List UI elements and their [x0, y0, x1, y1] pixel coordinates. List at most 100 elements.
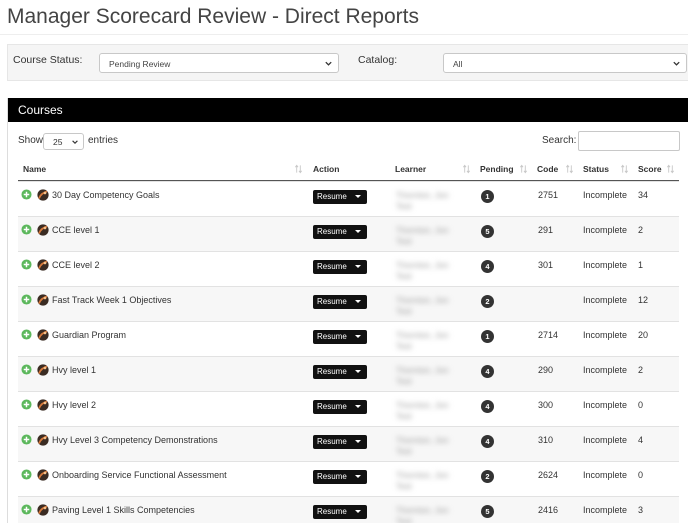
table-row[interactable]: Guardian Program Resume Thornton, Jon Test 1… — [18, 321, 679, 356]
resume-button[interactable]: Resume — [313, 505, 367, 519]
sort-arrows-icon[interactable] — [294, 164, 303, 174]
course-name[interactable]: Hvy level 2 — [52, 400, 96, 410]
resume-label: Resume — [317, 262, 347, 271]
plus-circle-icon[interactable] — [21, 329, 32, 340]
resume-label: Resume — [317, 367, 347, 376]
plus-circle-icon[interactable] — [21, 294, 32, 305]
pending-count-badge: 2 — [481, 295, 494, 308]
course-score: 20 — [638, 330, 649, 340]
course-name[interactable]: Paving Level 1 Skills Competencies — [52, 505, 195, 515]
resume-label: Resume — [317, 472, 347, 481]
table-row[interactable]: CCE level 2 Resume Thornton, Jon Test 4 301 In… — [18, 251, 679, 286]
sort-arrows-icon[interactable] — [620, 164, 629, 174]
sort-arrows-icon[interactable] — [462, 164, 471, 174]
resume-label: Resume — [317, 437, 347, 446]
course-status: Incomplete — [583, 470, 628, 480]
pending-count-badge: 2 — [481, 470, 494, 483]
plus-circle-icon[interactable] — [21, 469, 32, 480]
resume-button[interactable]: Resume — [313, 400, 367, 414]
resume-label: Resume — [317, 332, 347, 341]
entries-select[interactable]: 25 — [43, 133, 84, 150]
course-score: 0 — [638, 400, 644, 410]
column-header-code[interactable]: Code — [537, 164, 558, 174]
course-score: 0 — [638, 470, 644, 480]
course-code: 2751 — [538, 190, 559, 200]
search-input[interactable] — [578, 131, 680, 151]
table-row[interactable]: Fast Track Week 1 Objectives Resume Thornt… — [18, 286, 679, 321]
plus-circle-icon[interactable] — [21, 364, 32, 375]
caret-down-icon — [355, 265, 361, 268]
table-row[interactable]: Paving Level 1 Skills Competencies Resume… — [18, 496, 679, 523]
plus-circle-icon[interactable] — [21, 504, 32, 515]
catalog-label: Catalog: — [358, 54, 398, 66]
resume-label: Resume — [317, 227, 347, 236]
course-code: 290 — [538, 365, 554, 375]
caret-down-icon — [355, 475, 361, 478]
course-status-value: Pending Review — [109, 59, 171, 69]
resume-button[interactable]: Resume — [313, 295, 367, 309]
course-name[interactable]: Guardian Program — [52, 330, 126, 340]
table-row[interactable]: Hvy Level 3 Competency Demonstrations Res… — [18, 426, 679, 461]
resume-button[interactable]: Resume — [313, 225, 367, 239]
course-status: Incomplete — [583, 190, 628, 200]
table-row[interactable]: Hvy level 1 Resume Thornton, Jon Test 4 290 In… — [18, 356, 679, 391]
pending-count-badge: 4 — [481, 400, 494, 413]
course-name[interactable]: CCE level 1 — [52, 225, 100, 235]
pending-count-badge: 4 — [481, 435, 494, 448]
course-name[interactable]: Hvy Level 3 Competency Demonstrations — [52, 435, 218, 445]
course-thumbnail-icon — [37, 259, 49, 271]
course-code: 2416 — [538, 505, 559, 515]
learner-name-redacted: Thornton, Jon Test — [396, 365, 449, 386]
course-thumbnail-icon — [37, 329, 49, 341]
course-thumbnail-icon — [37, 399, 49, 411]
plus-circle-icon[interactable] — [21, 434, 32, 445]
sort-arrows-icon[interactable] — [666, 164, 675, 174]
plus-circle-icon[interactable] — [21, 259, 32, 270]
catalog-value: All — [453, 59, 463, 69]
learner-name-redacted: Thornton, Jon Test — [396, 190, 449, 211]
resume-button[interactable]: Resume — [313, 330, 367, 344]
table-row[interactable]: Hvy level 2 Resume Thornton, Jon Test 4 300 In… — [18, 391, 679, 426]
course-status-select[interactable]: Pending Review — [99, 53, 339, 73]
plus-circle-icon[interactable] — [21, 224, 32, 235]
pending-count-badge: 1 — [481, 190, 494, 203]
learner-name-redacted: Thornton, Jon Test — [396, 435, 449, 456]
resume-label: Resume — [317, 507, 347, 516]
course-name[interactable]: CCE level 2 — [52, 260, 100, 270]
course-name[interactable]: Fast Track Week 1 Objectives — [52, 295, 171, 305]
course-thumbnail-icon — [37, 504, 49, 516]
column-header-score[interactable]: Score — [638, 164, 662, 174]
column-header-learner[interactable]: Learner — [395, 164, 426, 174]
catalog-select[interactable]: All — [443, 53, 687, 73]
pending-count-badge: 5 — [481, 505, 494, 518]
plus-circle-icon[interactable] — [21, 189, 32, 200]
plus-circle-icon[interactable] — [21, 399, 32, 410]
course-thumbnail-icon — [37, 469, 49, 481]
chevron-down-icon — [72, 140, 78, 144]
chevron-down-icon — [673, 61, 680, 66]
resume-button[interactable]: Resume — [313, 470, 367, 484]
column-header-pending[interactable]: Pending — [480, 164, 514, 174]
course-status: Incomplete — [583, 330, 628, 340]
sort-arrows-icon[interactable] — [519, 164, 528, 174]
pending-count-badge: 4 — [481, 365, 494, 378]
table-row[interactable]: Onboarding Service Functional Assessment… — [18, 461, 679, 496]
resume-button[interactable]: Resume — [313, 435, 367, 449]
pending-count-badge: 5 — [481, 225, 494, 238]
column-header-status[interactable]: Status — [583, 164, 609, 174]
course-thumbnail-icon — [37, 434, 49, 446]
course-name[interactable]: Onboarding Service Functional Assessment — [52, 470, 227, 480]
resume-button[interactable]: Resume — [313, 190, 367, 204]
course-code: 300 — [538, 400, 554, 410]
table-row[interactable]: 30 Day Competency Goals Resume Thornton, J… — [18, 181, 679, 216]
resume-button[interactable]: Resume — [313, 365, 367, 379]
sort-arrows-icon[interactable] — [565, 164, 574, 174]
title-divider — [0, 34, 688, 35]
resume-button[interactable]: Resume — [313, 260, 367, 274]
course-name[interactable]: Hvy level 1 — [52, 365, 96, 375]
column-header-name[interactable]: Name — [23, 164, 46, 174]
course-name[interactable]: 30 Day Competency Goals — [52, 190, 160, 200]
course-thumbnail-icon — [37, 294, 49, 306]
table-row[interactable]: CCE level 1 Resume Thornton, Jon Test 5 291 In… — [18, 216, 679, 251]
caret-down-icon — [355, 370, 361, 373]
